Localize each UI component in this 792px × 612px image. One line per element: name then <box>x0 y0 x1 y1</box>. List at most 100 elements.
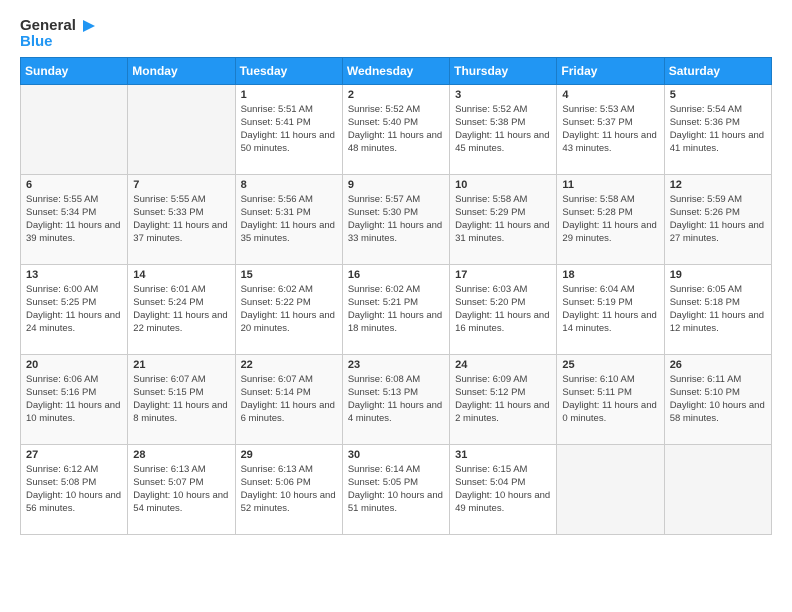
calendar-cell: 16Sunrise: 6:02 AM Sunset: 5:21 PM Dayli… <box>342 264 449 354</box>
day-info: Sunrise: 6:08 AM Sunset: 5:13 PM Dayligh… <box>348 373 444 426</box>
day-info: Sunrise: 6:09 AM Sunset: 5:12 PM Dayligh… <box>455 373 551 426</box>
day-number: 10 <box>455 179 551 191</box>
weekday-header: Thursday <box>450 57 557 84</box>
calendar-cell: 27 Sunrise: 6:12 AM Sunset: 5:08 PM Dayli… <box>21 444 128 534</box>
logo-blue: Blue <box>20 34 53 51</box>
day-number: 19 <box>670 269 766 281</box>
day-number: 1 <box>241 89 337 101</box>
calendar-cell: 1 Sunrise: 5:51 AM Sunset: 5:41 PM Daylig… <box>235 84 342 174</box>
calendar-cell: 28Sunrise: 6:13 AM Sunset: 5:07 PM Dayli… <box>128 444 235 534</box>
day-info: Sunrise: 5:58 AM Sunset: 5:28 PM Dayligh… <box>562 193 658 246</box>
day-number: 20 <box>26 359 122 371</box>
day-info: Sunrise: 6:03 AM Sunset: 5:20 PM Dayligh… <box>455 283 551 336</box>
calendar-cell: 23 Sunrise: 6:08 AM Sunset: 5:13 PM Dayli… <box>342 354 449 444</box>
logo: General Blue <box>20 16 99 51</box>
logo-general: General <box>20 18 76 35</box>
calendar-cell <box>21 84 128 174</box>
day-info: Sunrise: 6:06 AM Sunset: 5:16 PM Dayligh… <box>26 373 122 426</box>
calendar-cell: 25Sunrise: 6:10 AM Sunset: 5:11 PM Dayli… <box>557 354 664 444</box>
day-number: 27 <box>26 449 122 461</box>
calendar-cell: 15 Sunrise: 6:02 AM Sunset: 5:22 PM Dayli… <box>235 264 342 354</box>
calendar-cell: 2 Sunrise: 5:52 AM Sunset: 5:40 PM Daylig… <box>342 84 449 174</box>
day-number: 24 <box>455 359 551 371</box>
calendar-cell: 14 Sunrise: 6:01 AM Sunset: 5:24 PM Dayli… <box>128 264 235 354</box>
day-info: Sunrise: 6:05 AM Sunset: 5:18 PM Dayligh… <box>670 283 766 336</box>
day-info: Sunrise: 5:54 AM Sunset: 5:36 PM Dayligh… <box>670 103 766 156</box>
calendar-cell: 8 Sunrise: 5:56 AM Sunset: 5:31 PM Daylig… <box>235 174 342 264</box>
day-number: 31 <box>455 449 551 461</box>
weekday-header: Monday <box>128 57 235 84</box>
day-number: 11 <box>562 179 658 191</box>
calendar-cell: 24 Sunrise: 6:09 AM Sunset: 5:12 PM Dayli… <box>450 354 557 444</box>
day-info: Sunrise: 5:52 AM Sunset: 5:38 PM Dayligh… <box>455 103 551 156</box>
calendar-cell: 12Sunrise: 5:59 AM Sunset: 5:26 PM Dayli… <box>664 174 771 264</box>
weekday-header: Sunday <box>21 57 128 84</box>
day-info: Sunrise: 6:00 AM Sunset: 5:25 PM Dayligh… <box>26 283 122 336</box>
day-info: Sunrise: 6:11 AM Sunset: 5:10 PM Dayligh… <box>670 373 766 426</box>
day-info: Sunrise: 5:53 AM Sunset: 5:37 PM Dayligh… <box>562 103 658 156</box>
calendar-cell: 30 Sunrise: 6:14 AM Sunset: 5:05 PM Dayli… <box>342 444 449 534</box>
page-header: General Blue <box>20 16 772 51</box>
day-info: Sunrise: 6:14 AM Sunset: 5:05 PM Dayligh… <box>348 463 444 516</box>
day-info: Sunrise: 6:12 AM Sunset: 5:08 PM Dayligh… <box>26 463 122 516</box>
day-number: 13 <box>26 269 122 281</box>
calendar-cell: 31 Sunrise: 6:15 AM Sunset: 5:04 PM Dayli… <box>450 444 557 534</box>
day-number: 29 <box>241 449 337 461</box>
calendar-cell: 18 Sunrise: 6:04 AM Sunset: 5:19 PM Dayli… <box>557 264 664 354</box>
calendar-cell <box>128 84 235 174</box>
day-number: 17 <box>455 269 551 281</box>
day-number: 7 <box>133 179 229 191</box>
weekday-header: Tuesday <box>235 57 342 84</box>
day-number: 4 <box>562 89 658 101</box>
day-info: Sunrise: 5:51 AM Sunset: 5:41 PM Dayligh… <box>241 103 337 156</box>
weekday-header: Saturday <box>664 57 771 84</box>
day-number: 9 <box>348 179 444 191</box>
day-info: Sunrise: 5:55 AM Sunset: 5:33 PM Dayligh… <box>133 193 229 246</box>
calendar-cell: 21 Sunrise: 6:07 AM Sunset: 5:15 PM Dayli… <box>128 354 235 444</box>
day-info: Sunrise: 6:07 AM Sunset: 5:14 PM Dayligh… <box>241 373 337 426</box>
day-info: Sunrise: 6:10 AM Sunset: 5:11 PM Dayligh… <box>562 373 658 426</box>
calendar-cell: 3 Sunrise: 5:52 AM Sunset: 5:38 PM Daylig… <box>450 84 557 174</box>
day-info: Sunrise: 6:15 AM Sunset: 5:04 PM Dayligh… <box>455 463 551 516</box>
day-info: Sunrise: 6:01 AM Sunset: 5:24 PM Dayligh… <box>133 283 229 336</box>
day-number: 21 <box>133 359 229 371</box>
day-number: 23 <box>348 359 444 371</box>
calendar-cell <box>664 444 771 534</box>
day-info: Sunrise: 5:58 AM Sunset: 5:29 PM Dayligh… <box>455 193 551 246</box>
calendar-table: SundayMondayTuesdayWednesdayThursdayFrid… <box>20 57 772 535</box>
calendar-cell: 5Sunrise: 5:54 AM Sunset: 5:36 PM Daylig… <box>664 84 771 174</box>
calendar-cell: 29 Sunrise: 6:13 AM Sunset: 5:06 PM Dayli… <box>235 444 342 534</box>
day-number: 14 <box>133 269 229 281</box>
logo-wrapper: General Blue <box>20 16 99 51</box>
calendar-cell <box>557 444 664 534</box>
calendar-cell: 19 Sunrise: 6:05 AM Sunset: 5:18 PM Dayli… <box>664 264 771 354</box>
calendar-cell: 20 Sunrise: 6:06 AM Sunset: 5:16 PM Dayli… <box>21 354 128 444</box>
day-number: 6 <box>26 179 122 191</box>
day-number: 26 <box>670 359 766 371</box>
day-info: Sunrise: 6:04 AM Sunset: 5:19 PM Dayligh… <box>562 283 658 336</box>
calendar-cell: 6 Sunrise: 5:55 AM Sunset: 5:34 PM Daylig… <box>21 174 128 264</box>
logo-arrow <box>79 16 99 36</box>
day-info: Sunrise: 5:57 AM Sunset: 5:30 PM Dayligh… <box>348 193 444 246</box>
calendar-cell: 9 Sunrise: 5:57 AM Sunset: 5:30 PM Daylig… <box>342 174 449 264</box>
calendar-cell: 17 Sunrise: 6:03 AM Sunset: 5:20 PM Dayli… <box>450 264 557 354</box>
day-info: Sunrise: 5:56 AM Sunset: 5:31 PM Dayligh… <box>241 193 337 246</box>
calendar-cell: 13 Sunrise: 6:00 AM Sunset: 5:25 PM Dayli… <box>21 264 128 354</box>
day-number: 15 <box>241 269 337 281</box>
day-info: Sunrise: 6:02 AM Sunset: 5:22 PM Dayligh… <box>241 283 337 336</box>
day-info: Sunrise: 5:52 AM Sunset: 5:40 PM Dayligh… <box>348 103 444 156</box>
calendar-cell: 10 Sunrise: 5:58 AM Sunset: 5:29 PM Dayli… <box>450 174 557 264</box>
day-info: Sunrise: 6:13 AM Sunset: 5:06 PM Dayligh… <box>241 463 337 516</box>
day-info: Sunrise: 6:07 AM Sunset: 5:15 PM Dayligh… <box>133 373 229 426</box>
calendar-cell: 4 Sunrise: 5:53 AM Sunset: 5:37 PM Daylig… <box>557 84 664 174</box>
day-number: 3 <box>455 89 551 101</box>
day-info: Sunrise: 6:02 AM Sunset: 5:21 PM Dayligh… <box>348 283 444 336</box>
day-number: 2 <box>348 89 444 101</box>
weekday-header: Friday <box>557 57 664 84</box>
weekday-header: Wednesday <box>342 57 449 84</box>
day-number: 18 <box>562 269 658 281</box>
day-number: 22 <box>241 359 337 371</box>
day-number: 8 <box>241 179 337 191</box>
day-number: 30 <box>348 449 444 461</box>
day-info: Sunrise: 5:55 AM Sunset: 5:34 PM Dayligh… <box>26 193 122 246</box>
